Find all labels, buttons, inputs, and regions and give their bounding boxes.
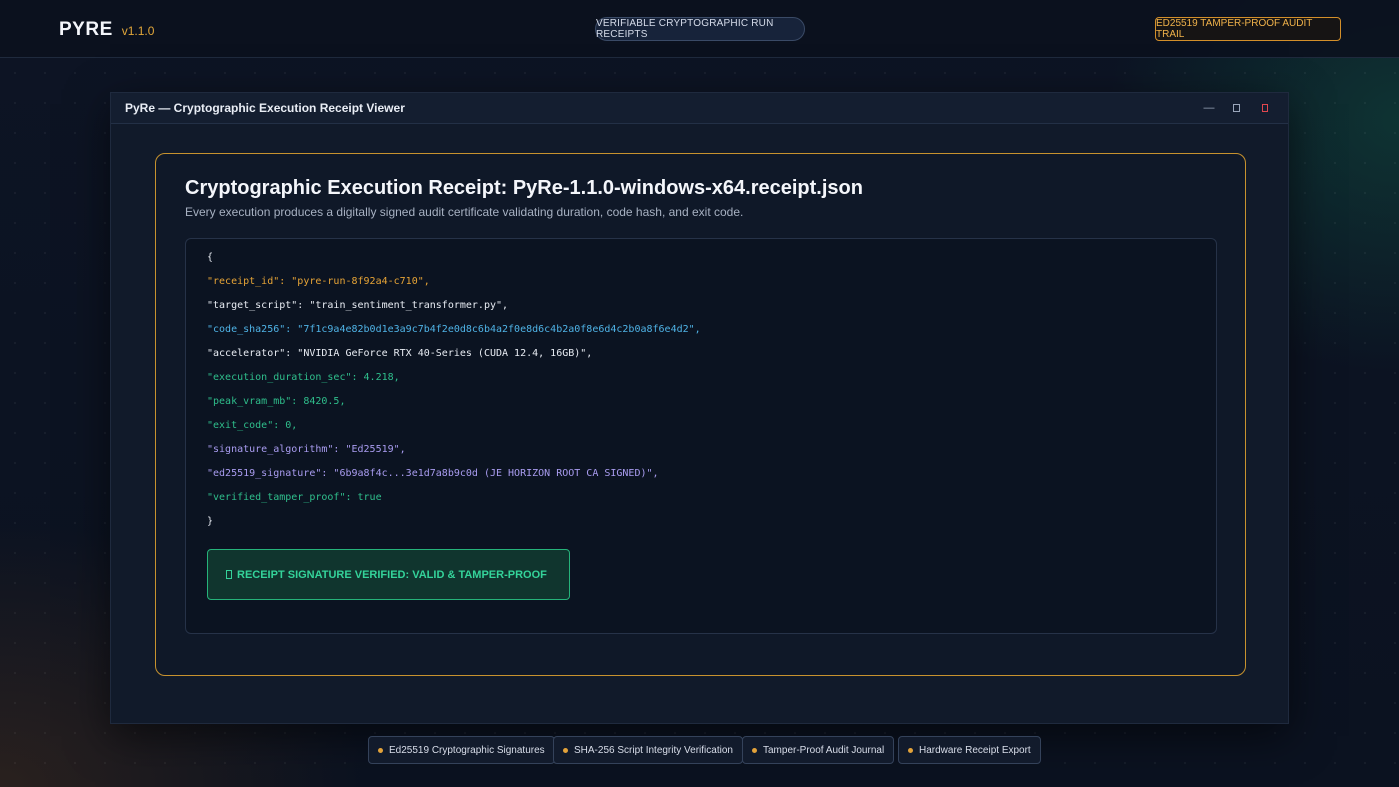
json-line-code-sha256: "code_sha256": "7f1c9a4e82b0d1e3a9c7b4f2…: [207, 324, 701, 335]
json-open-brace: {: [207, 252, 214, 263]
feature-pill-label: Ed25519 Cryptographic Signatures: [389, 744, 545, 756]
brand-name: PYRE: [59, 19, 113, 40]
receipt-title: Cryptographic Execution Receipt: PyRe-1.…: [185, 177, 863, 199]
audit-trail-badge[interactable]: ED25519 TAMPER-PROOF AUDIT TRAIL: [1155, 17, 1341, 41]
receipt-viewer-window: PyRe — Cryptographic Execution Receipt V…: [110, 92, 1289, 724]
maximize-button[interactable]: [1229, 101, 1243, 115]
json-line-target-script: "target_script": "train_sentiment_transf…: [207, 300, 509, 311]
receipt-subtitle: Every execution produces a digitally sig…: [185, 205, 744, 219]
bullet-dot-icon: [378, 747, 383, 753]
feature-pill-audit-journal[interactable]: Tamper-Proof Audit Journal: [742, 736, 895, 764]
receipt-json-viewer[interactable]: { "receipt_id": "pyre-run-8f92a4-c710", …: [185, 238, 1217, 634]
close-button[interactable]: [1258, 101, 1272, 115]
brand: PYRE v1.1.0: [59, 19, 154, 41]
bullet-dot-icon: [908, 747, 913, 753]
bullet-dot-icon: [752, 747, 757, 753]
top-bar: PYRE v1.1.0 VERIFIABLE CRYPTOGRAPHIC RUN…: [0, 0, 1399, 58]
json-line-verified-tamper-proof: "verified_tamper_proof": true: [207, 492, 382, 503]
maximize-icon: [1232, 104, 1240, 112]
close-icon: [1262, 104, 1268, 112]
json-line-exit-code: "exit_code": 0,: [207, 420, 298, 431]
signature-verified-text: RECEIPT SIGNATURE VERIFIED: VALID & TAMP…: [237, 568, 547, 581]
bullet-dot-icon: [563, 747, 568, 753]
feature-pill-sha256[interactable]: SHA-256 Script Integrity Verification: [553, 736, 743, 764]
minimize-button[interactable]: —: [1202, 101, 1216, 115]
receipt-panel: Cryptographic Execution Receipt: PyRe-1.…: [155, 153, 1246, 676]
check-shield-icon: [226, 570, 232, 579]
signature-verified-banner: RECEIPT SIGNATURE VERIFIED: VALID & TAMP…: [207, 549, 570, 600]
json-line-signature-algorithm: "signature_algorithm": "Ed25519",: [207, 444, 406, 455]
json-line-ed25519-signature: "ed25519_signature": "6b9a8f4c...3e1d7a8…: [207, 468, 659, 479]
json-line-accelerator: "accelerator": "NVIDIA GeForce RTX 40-Se…: [207, 348, 593, 359]
feature-pill-label: Hardware Receipt Export: [919, 744, 1031, 756]
tagline-pill: VERIFIABLE CRYPTOGRAPHIC RUN RECEIPTS: [595, 17, 805, 41]
version-label: v1.1.0: [121, 24, 155, 38]
json-line-receipt-id: "receipt_id": "pyre-run-8f92a4-c710",: [207, 276, 430, 287]
json-line-peak-vram: "peak_vram_mb": 8420.5,: [207, 396, 346, 407]
feature-pill-label: Tamper-Proof Audit Journal: [763, 744, 885, 756]
feature-pill-ed25519[interactable]: Ed25519 Cryptographic Signatures: [368, 736, 555, 764]
json-line-execution-duration: "execution_duration_sec": 4.218,: [207, 372, 400, 383]
json-close-brace: }: [207, 516, 214, 527]
feature-pill-hardware-export[interactable]: Hardware Receipt Export: [898, 736, 1041, 764]
feature-pill-label: SHA-256 Script Integrity Verification: [574, 744, 733, 756]
window-titlebar[interactable]: PyRe — Cryptographic Execution Receipt V…: [111, 93, 1288, 124]
window-title: PyRe — Cryptographic Execution Receipt V…: [125, 101, 405, 115]
